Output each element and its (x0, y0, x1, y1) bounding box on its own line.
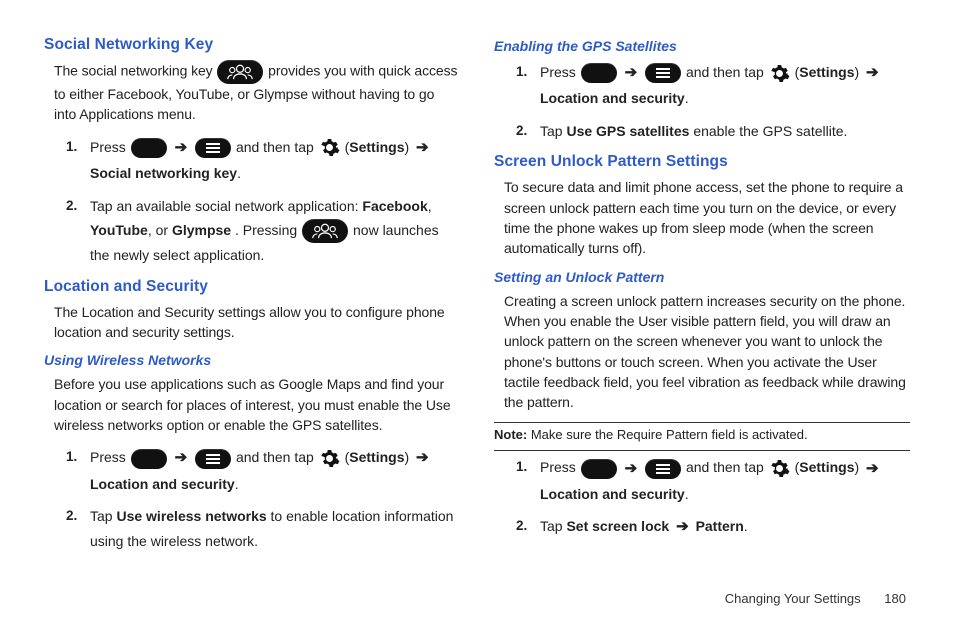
arrow-icon: ➔ (625, 456, 638, 482)
right-column: Enabling the GPS Satellites Press ➔ and … (494, 30, 910, 583)
step-item: Press ➔ and then tap (Settings) ➔ Locati… (66, 445, 460, 496)
text: , or (148, 222, 172, 238)
text: . (685, 90, 689, 106)
steps-gps: Press ➔ and then tap (Settings) ➔ Locati… (516, 60, 910, 143)
paragraph-social-intro: The social networking key provides you w… (54, 60, 460, 125)
step-item: Tap Use wireless networks to enable loca… (66, 504, 460, 553)
text: ) (404, 449, 413, 465)
text: ) (854, 459, 863, 475)
chapter-title: Changing Your Settings (725, 591, 861, 606)
bold-text: Settings (799, 459, 854, 475)
text: . (235, 476, 239, 492)
text: Tap (540, 518, 566, 534)
bold-text: Use GPS satellites (566, 123, 689, 139)
two-column-layout: Social Networking Key The social network… (44, 30, 910, 583)
arrow-icon: ➔ (175, 135, 188, 161)
text: , (428, 198, 432, 214)
text: Press (90, 139, 130, 155)
subheading-setting-unlock-pattern: Setting an Unlock Pattern (494, 269, 910, 285)
step-item: Press ➔ and then tap (Settings) ➔ Locati… (516, 60, 910, 111)
steps-pattern: Press ➔ and then tap (Settings) ➔ Locati… (516, 455, 910, 540)
paragraph-pattern-intro: Creating a screen unlock pattern increas… (504, 291, 910, 413)
paragraph-wireless-intro: Before you use applications such as Goog… (54, 374, 460, 435)
text: The social networking key (54, 63, 216, 79)
menu-button-icon (195, 449, 231, 469)
heading-screen-unlock-pattern: Screen Unlock Pattern Settings (494, 153, 910, 171)
text: ) (854, 64, 863, 80)
text: and then tap (686, 64, 768, 80)
text: and then tap (686, 459, 768, 475)
text: Tap an available social network applicat… (90, 198, 362, 214)
menu-button-icon (645, 63, 681, 83)
bold-text: Location and security (540, 486, 685, 502)
note: Note: Make sure the Require Pattern fiel… (494, 427, 910, 442)
heading-location-and-security: Location and Security (44, 278, 460, 296)
arrow-icon: ➔ (866, 456, 879, 482)
paragraph-screen-intro: To secure data and limit phone access, s… (504, 177, 910, 258)
page-number: 180 (884, 591, 906, 606)
steps-wireless: Press ➔ and then tap (Settings) ➔ Locati… (66, 445, 460, 553)
arrow-icon: ➔ (416, 445, 429, 471)
divider (494, 422, 910, 423)
step-item: Tap an available social network applicat… (66, 194, 460, 268)
arrow-icon: ➔ (676, 514, 689, 540)
page-footer: Changing Your Settings 180 (44, 591, 910, 606)
people-icon (217, 60, 263, 84)
bold-text: Set screen lock (566, 518, 669, 534)
text: Press (90, 449, 130, 465)
note-label: Note: (494, 427, 527, 442)
text: Tap (540, 123, 566, 139)
text: and then tap (236, 139, 318, 155)
text: . (744, 518, 748, 534)
text: Tap (90, 508, 116, 524)
arrow-icon: ➔ (866, 60, 879, 86)
home-button-icon (131, 449, 167, 469)
heading-social-networking-key: Social Networking Key (44, 36, 460, 54)
paragraph-location-intro: The Location and Security settings allow… (54, 302, 460, 343)
home-button-icon (131, 138, 167, 158)
arrow-icon: ➔ (175, 445, 188, 471)
bold-text: Settings (349, 449, 404, 465)
bold-text: Settings (799, 64, 854, 80)
bold-text: Facebook (362, 198, 427, 214)
bold-text: Use wireless networks (116, 508, 266, 524)
home-button-icon (581, 459, 617, 479)
menu-button-icon (645, 459, 681, 479)
step-item: Tap Use GPS satellites enable the GPS sa… (516, 119, 910, 144)
gear-icon (319, 448, 340, 469)
bold-text: Glympse (172, 222, 231, 238)
subheading-enabling-gps: Enabling the GPS Satellites (494, 38, 910, 54)
bold-text: Pattern (696, 518, 744, 534)
text: Press (540, 64, 580, 80)
home-button-icon (581, 63, 617, 83)
step-item: Tap Set screen lock ➔ Pattern. (516, 514, 910, 540)
gear-icon (769, 63, 790, 84)
step-item: Press ➔ and then tap (Settings) ➔ Locati… (516, 455, 910, 506)
steps-social: Press ➔ and then tap (Settings) ➔ Social… (66, 135, 460, 268)
people-icon (302, 219, 348, 243)
bold-text: YouTube (90, 222, 148, 238)
bold-text: Location and security (540, 90, 685, 106)
subheading-using-wireless-networks: Using Wireless Networks (44, 352, 460, 368)
text: ) (404, 139, 413, 155)
text: . (237, 165, 241, 181)
bold-text: Social networking key (90, 165, 237, 181)
note-text: Make sure the Require Pattern field is a… (527, 427, 807, 442)
menu-button-icon (195, 138, 231, 158)
gear-icon (319, 137, 340, 158)
divider (494, 450, 910, 451)
step-item: Press ➔ and then tap (Settings) ➔ Social… (66, 135, 460, 186)
document-page: Social Networking Key The social network… (0, 0, 954, 636)
text: enable the GPS satellite. (693, 123, 847, 139)
text: and then tap (236, 449, 318, 465)
arrow-icon: ➔ (625, 60, 638, 86)
arrow-icon: ➔ (416, 135, 429, 161)
text: Press (540, 459, 580, 475)
left-column: Social Networking Key The social network… (44, 30, 460, 583)
gear-icon (769, 458, 790, 479)
bold-text: Settings (349, 139, 404, 155)
text: . (685, 486, 689, 502)
bold-text: Location and security (90, 476, 235, 492)
text: . Pressing (235, 222, 301, 238)
